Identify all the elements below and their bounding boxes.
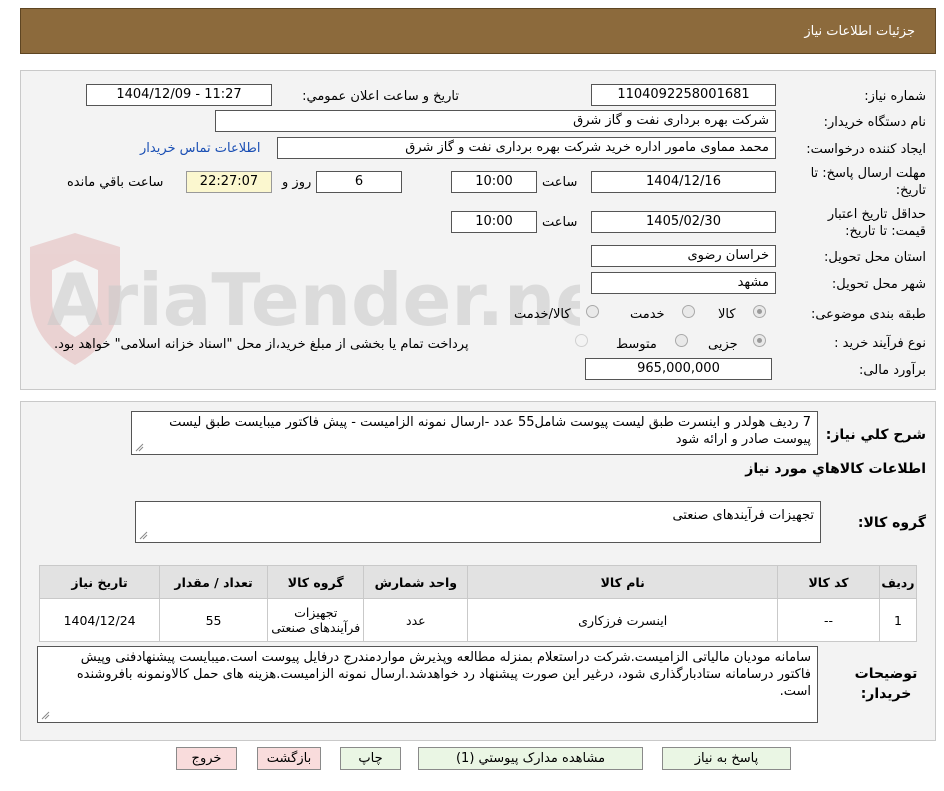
category-radio-goods-service[interactable]: [586, 305, 599, 318]
summary-label: شرح کلي نیاز:: [825, 427, 926, 443]
col-header-item-group: گروه کالا: [266, 565, 365, 599]
category-option-goods-service: کالا/خدمت: [514, 307, 571, 322]
category-radio-service[interactable]: [682, 305, 695, 318]
col-header-need-date: تاریخ نیاز: [38, 565, 161, 599]
process-note: پرداخت تمام یا بخشی از مبلغ خرید،از محل …: [54, 337, 469, 352]
resize-grip-icon[interactable]: [135, 443, 144, 452]
city-field: مشهد: [591, 272, 776, 294]
need-number-label: شماره نیاز:: [864, 89, 926, 104]
deadline-time-label: ساعت: [542, 175, 578, 190]
table-row: 1 -- اینسرت فرزکاری عدد تجهیزات فرآیندها…: [38, 598, 918, 642]
goods-section-title: اطلاعات کالاهاي مورد نیاز: [745, 461, 926, 477]
deadline-time-field: 10:00: [451, 171, 537, 193]
resize-grip-icon[interactable]: [41, 711, 50, 720]
col-header-item-name: نام کالا: [467, 565, 779, 599]
summary-text: 7 ردیف هولدر و اینسرت طبق لیست پیوست شام…: [169, 415, 811, 447]
process-radio-treasury[interactable]: [575, 334, 588, 347]
buyer-notes-textarea[interactable]: سامانه مودیان مالیاتی الزامیست.شرکت دراس…: [37, 646, 818, 723]
category-label: طبقه بندی موضوعی:: [810, 307, 926, 322]
category-radio-goods[interactable]: [753, 305, 766, 318]
process-option-medium: متوسط: [616, 337, 657, 352]
validity-date-field: 1405/02/30: [591, 211, 776, 233]
print-button[interactable]: چاپ: [340, 747, 401, 770]
requester-field: محمد مماوی مامور اداره خرید شرکت بهره بر…: [277, 137, 776, 159]
goods-group-textarea[interactable]: تجهیزات فرآیندهای صنعتی: [135, 501, 821, 543]
buyer-org-label: نام دستگاه خریدار:: [823, 115, 926, 130]
goods-group-value: تجهیزات فرآیندهای صنعتی: [672, 508, 814, 523]
goods-group-label: گروه کالا:: [857, 515, 926, 531]
resize-grip-icon[interactable]: [139, 531, 148, 540]
buyer-notes-text: سامانه مودیان مالیاتی الزامیست.شرکت دراس…: [76, 650, 811, 699]
category-option-goods: کالا: [718, 307, 736, 322]
cell-quantity: 55: [159, 598, 268, 642]
remaining-time-field: 22:27:07: [186, 171, 272, 193]
view-attachments-button[interactable]: مشاهده مدارک پیوستي (1): [418, 747, 643, 770]
col-header-quantity: تعداد / مقدار: [159, 565, 268, 599]
page-header: جزئیات اطلاعات نیاز: [20, 8, 936, 54]
page-title: جزئیات اطلاعات نیاز: [804, 24, 915, 39]
validity-time-label: ساعت: [542, 215, 578, 230]
validity-time-field: 10:00: [451, 211, 537, 233]
reply-button[interactable]: پاسخ به نیاز: [662, 747, 791, 770]
buyer-org-field: شرکت بهره برداری نفت و گاز شرق: [215, 110, 776, 132]
days-label: روز و: [282, 175, 312, 190]
remaining-time-label: ساعت باقي مانده: [67, 175, 164, 190]
deadline-label: مهلت ارسال پاسخ: تا تاریخ:: [810, 166, 926, 198]
cell-item-name: اینسرت فرزکاری: [467, 598, 779, 642]
deadline-date-field: 1404/12/16: [591, 171, 776, 193]
buyer-notes-label: توضیحات خریدار:: [854, 666, 918, 702]
process-label: نوع فرآیند خرید :: [834, 336, 926, 351]
days-remaining-field: 6: [316, 171, 402, 193]
requester-label: ایجاد کننده درخواست:: [806, 142, 926, 157]
estimate-label: برآورد مالی:: [859, 363, 926, 378]
city-label: شهر محل تحویل:: [831, 277, 926, 292]
cell-item-code: --: [777, 598, 880, 642]
goods-table: ردیف کد کالا نام کالا واحد شمارش گروه کا…: [38, 565, 918, 642]
need-number-field: 1104092258001681: [591, 84, 776, 106]
col-header-unit: واحد شمارش: [363, 565, 469, 599]
exit-button[interactable]: خروج: [176, 747, 237, 770]
estimate-field: 965,000,000: [585, 358, 772, 380]
validity-label: حداقل تاریخ اعتبار قیمت: تا تاریخ:: [827, 207, 926, 239]
announce-label: تاریخ و ساعت اعلان عمومي:: [302, 89, 459, 104]
cell-item-group: تجهیزات فرآیندهای صنعتی: [266, 598, 365, 642]
back-button[interactable]: بازگشت: [257, 747, 321, 770]
cell-row-number: 1: [878, 598, 918, 642]
process-option-minor: جزیی: [708, 337, 738, 352]
process-radio-minor[interactable]: [753, 334, 766, 347]
cell-need-date: 1404/12/24: [38, 598, 161, 642]
cell-unit: عدد: [363, 598, 469, 642]
summary-textarea[interactable]: 7 ردیف هولدر و اینسرت طبق لیست پیوست شام…: [131, 411, 818, 455]
col-header-item-code: کد کالا: [777, 565, 880, 599]
table-header-row: ردیف کد کالا نام کالا واحد شمارش گروه کا…: [38, 565, 918, 599]
province-field: خراسان رضوی: [591, 245, 776, 267]
province-label: استان محل تحویل:: [824, 250, 926, 265]
buyer-contact-link[interactable]: اطلاعات تماس خریدار: [140, 141, 260, 156]
category-option-service: خدمت: [630, 307, 665, 322]
col-header-row-number: ردیف: [878, 565, 918, 599]
announce-datetime-field: 1404/12/09 - 11:27: [86, 84, 272, 106]
process-radio-medium[interactable]: [675, 334, 688, 347]
